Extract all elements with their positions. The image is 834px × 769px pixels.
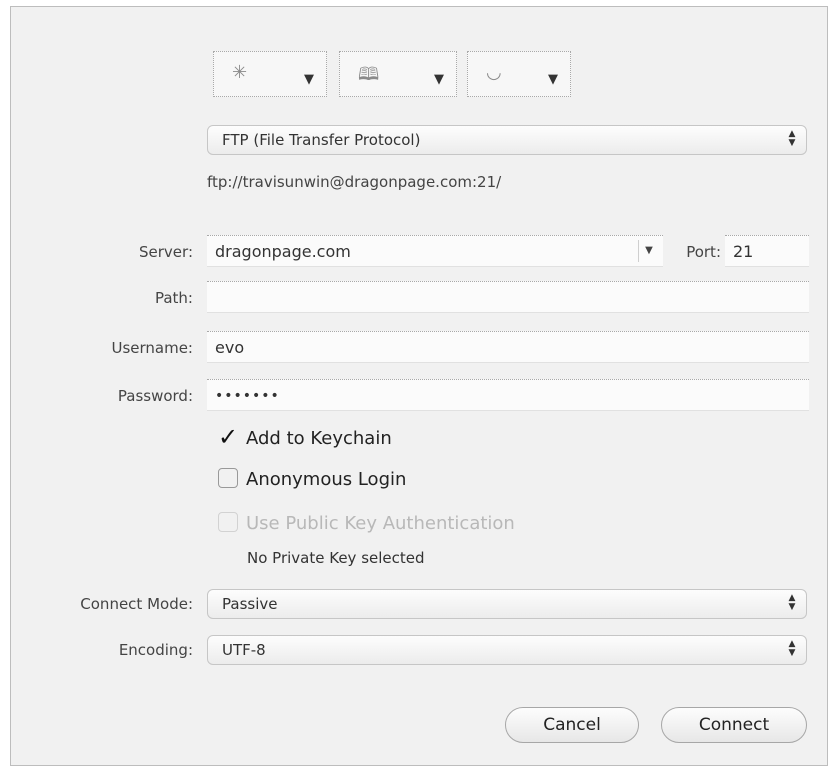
port-label: Port: bbox=[686, 243, 721, 261]
connect-mode-label: Connect Mode: bbox=[80, 595, 193, 613]
chevron-down-icon: ▼ bbox=[434, 72, 444, 87]
chevron-down-icon: ▼ bbox=[304, 72, 314, 87]
server-input[interactable]: dragonpage.com bbox=[215, 242, 351, 261]
path-input[interactable] bbox=[207, 281, 809, 313]
connect-mode-select[interactable]: Passive ▲ ▼ bbox=[207, 589, 807, 619]
connection-dialog: ✳ ▼ 🕮 ▼ ◡ ▼ FTP (File Transfer Protocol)… bbox=[10, 6, 828, 766]
updown-arrows-icon: ▲ ▼ bbox=[788, 639, 796, 658]
password-input[interactable]: ••••••• bbox=[207, 379, 809, 411]
connect-button[interactable]: Connect bbox=[661, 707, 807, 743]
bonjour-menu-button[interactable]: ✳ ▼ bbox=[213, 51, 327, 97]
updown-arrows-icon: ▲ ▼ bbox=[788, 593, 796, 612]
checkbox-unchecked-icon bbox=[218, 468, 238, 488]
cancel-button[interactable]: Cancel bbox=[505, 707, 639, 743]
history-icon: ◡ bbox=[486, 62, 502, 83]
protocol-select-value: FTP (File Transfer Protocol) bbox=[222, 131, 421, 149]
public-key-label: Use Public Key Authentication bbox=[246, 513, 515, 534]
encoding-label: Encoding: bbox=[118, 641, 193, 659]
username-input[interactable]: evo bbox=[207, 331, 809, 363]
keychain-checkbox[interactable]: ✓ Add to Keychain bbox=[218, 423, 392, 453]
connection-url: ftp://travisunwin@dragonpage.com:21/ bbox=[207, 173, 502, 191]
anonymous-login-checkbox[interactable]: Anonymous Login bbox=[218, 468, 407, 490]
server-label: Server: bbox=[139, 243, 193, 261]
bookmarks-menu-button[interactable]: 🕮 ▼ bbox=[339, 51, 457, 97]
connect-mode-value: Passive bbox=[222, 595, 278, 613]
bonjour-icon: ✳ bbox=[232, 62, 248, 83]
chevron-down-icon[interactable]: ▼ bbox=[638, 240, 659, 262]
public-key-checkbox: Use Public Key Authentication bbox=[218, 512, 515, 534]
anonymous-login-label: Anonymous Login bbox=[246, 469, 407, 490]
checkbox-disabled-icon bbox=[218, 512, 238, 532]
bookmarks-icon: 🕮 bbox=[358, 64, 380, 85]
history-menu-button[interactable]: ◡ ▼ bbox=[467, 51, 571, 97]
updown-arrows-icon: ▲ ▼ bbox=[788, 129, 796, 148]
password-label: Password: bbox=[117, 387, 193, 405]
checkmark-icon: ✓ bbox=[218, 423, 239, 451]
chevron-down-icon: ▼ bbox=[548, 72, 558, 87]
username-label: Username: bbox=[111, 339, 193, 357]
port-input[interactable]: 21 bbox=[725, 235, 809, 267]
encoding-value: UTF-8 bbox=[222, 641, 266, 659]
encoding-select[interactable]: UTF-8 ▲ ▼ bbox=[207, 635, 807, 665]
server-combobox[interactable]: dragonpage.com ▼ bbox=[207, 235, 663, 267]
path-label: Path: bbox=[154, 289, 193, 307]
private-key-status: No Private Key selected bbox=[247, 549, 425, 567]
keychain-label: Add to Keychain bbox=[246, 428, 392, 449]
protocol-select[interactable]: FTP (File Transfer Protocol) ▲ ▼ bbox=[207, 125, 807, 155]
